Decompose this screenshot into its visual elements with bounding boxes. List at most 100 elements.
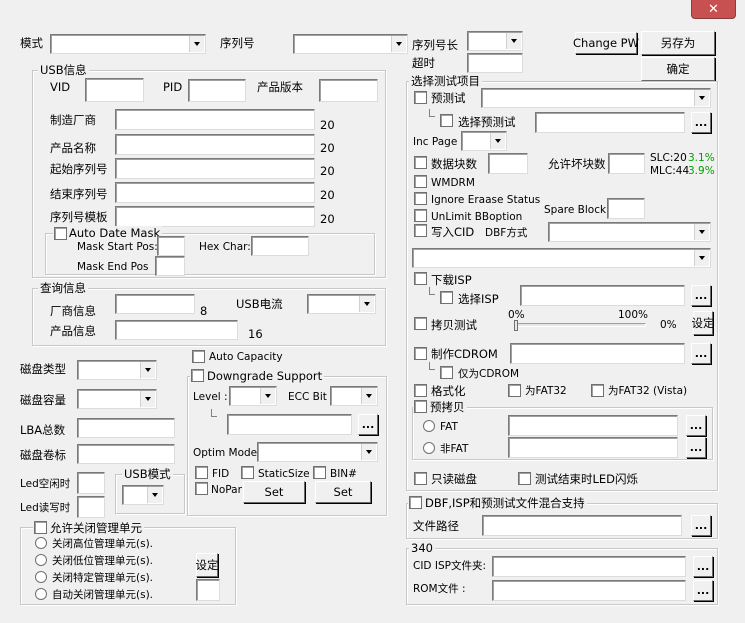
select-pretest-checkbox[interactable] — [440, 114, 453, 127]
serial-template-input[interactable] — [115, 206, 315, 227]
product-version-input[interactable] — [319, 79, 378, 102]
product-info-input[interactable] — [115, 320, 238, 340]
ecc-bit-select[interactable] — [330, 386, 378, 406]
fat-radio[interactable] — [423, 420, 435, 432]
downgrade-checkbox[interactable] — [191, 369, 204, 382]
start-serial-input[interactable] — [115, 158, 315, 179]
rom-file-input[interactable] — [492, 580, 686, 601]
allow-bad-blocks-input[interactable] — [608, 153, 645, 174]
auto-capacity-checkbox[interactable] — [192, 350, 205, 363]
manufacturer-input[interactable] — [115, 109, 315, 130]
static-size-set-button[interactable]: Set — [243, 481, 305, 503]
hex-char-input[interactable] — [251, 236, 309, 256]
ok-button[interactable]: 确定 — [641, 57, 715, 81]
mgmt-value-input[interactable] — [196, 579, 220, 601]
fat32-vista-checkbox[interactable] — [591, 384, 604, 397]
make-cdrom-checkbox[interactable] — [414, 347, 427, 360]
pretest-checkbox[interactable] — [414, 91, 427, 104]
close-specific-radio[interactable] — [35, 571, 47, 583]
dbf-mode-select[interactable] — [548, 222, 711, 242]
disk-label-input[interactable] — [77, 444, 175, 464]
format-checkbox[interactable] — [414, 384, 427, 397]
fat-browse-button[interactable]: ... — [686, 415, 706, 436]
static-size-checkbox[interactable] — [241, 466, 254, 479]
data-blocks-checkbox[interactable] — [414, 156, 427, 169]
pid-input[interactable] — [188, 79, 246, 102]
level-label: Level : — [193, 391, 228, 403]
wmdrm-checkbox[interactable] — [414, 175, 427, 188]
mgmt-set-button[interactable]: 设定 — [196, 553, 219, 577]
change-pw-button[interactable]: Change PW — [573, 32, 639, 54]
lba-total-input[interactable] — [77, 418, 175, 438]
copy-test-set-button[interactable]: 设定 — [692, 311, 715, 335]
nonfat-browse-button[interactable]: ... — [686, 437, 706, 458]
cdrom-browse-button[interactable]: ... — [691, 343, 711, 364]
cdrom-file-input[interactable] — [510, 343, 685, 364]
product-name-input[interactable] — [115, 134, 315, 155]
nopar-checkbox[interactable] — [195, 482, 208, 495]
vid-input[interactable] — [85, 78, 144, 102]
mask-end-input[interactable] — [155, 256, 185, 276]
optim-mode-select[interactable] — [257, 442, 378, 462]
dropdown-arrow-icon — [391, 36, 406, 52]
write-cid-checkbox[interactable] — [414, 224, 427, 237]
spare-block-input[interactable] — [607, 198, 645, 219]
serial-select[interactable] — [293, 34, 408, 54]
select-isp-checkbox[interactable] — [440, 291, 453, 304]
serial-template-maxlen: 20 — [320, 212, 335, 226]
inc-page-select[interactable] — [461, 131, 507, 151]
usb-current-select[interactable] — [307, 294, 376, 314]
download-isp-checkbox[interactable] — [414, 272, 427, 285]
led-idle-input[interactable] — [77, 472, 105, 494]
dbf-file-select[interactable] — [412, 248, 711, 268]
only-cdrom-checkbox[interactable] — [440, 366, 453, 379]
file-path-browse-button[interactable]: ... — [691, 515, 711, 536]
copy-test-checkbox[interactable] — [414, 317, 427, 330]
rom-file-browse-button[interactable]: ... — [693, 580, 713, 601]
select-pretest-input[interactable] — [535, 112, 685, 133]
copy-progress-thumb[interactable] — [514, 320, 518, 331]
downgrade-file-input[interactable] — [227, 414, 352, 435]
nopar-label: NoPar — [211, 484, 242, 496]
file-path-input[interactable] — [482, 515, 682, 536]
data-blocks-input[interactable] — [488, 153, 528, 174]
nonfat-radio[interactable] — [423, 442, 435, 454]
fat32-checkbox[interactable] — [508, 384, 521, 397]
nonfat-file-input[interactable] — [508, 437, 678, 458]
save-as-button[interactable]: 另存为 — [641, 31, 715, 55]
mask-start-input[interactable] — [157, 236, 185, 256]
end-serial-input[interactable] — [115, 182, 315, 203]
fat-file-input[interactable] — [508, 415, 678, 436]
select-isp-input[interactable] — [520, 285, 685, 306]
disk-capacity-select[interactable] — [77, 389, 157, 409]
allow-close-mgmt-checkbox[interactable] — [34, 521, 47, 534]
pretest-select[interactable] — [481, 88, 711, 108]
unlimit-bb-checkbox[interactable] — [414, 209, 427, 222]
led-flash-checkbox[interactable] — [518, 472, 531, 485]
vendor-info-input[interactable] — [115, 294, 195, 314]
ignore-erase-checkbox[interactable] — [414, 192, 427, 205]
bin-set-button[interactable]: Set — [315, 481, 371, 503]
auto-date-mask-checkbox[interactable] — [54, 227, 67, 240]
close-high-radio[interactable] — [35, 537, 47, 549]
disk-type-select[interactable] — [77, 360, 157, 380]
fid-checkbox[interactable] — [195, 466, 208, 479]
cid-isp-folder-input[interactable] — [492, 556, 686, 577]
serial-length-select[interactable] — [467, 31, 523, 51]
select-pretest-browse-button[interactable]: ... — [691, 112, 711, 133]
dbf-mix-checkbox[interactable] — [409, 496, 422, 509]
timeout-input[interactable] — [467, 53, 523, 73]
level-select[interactable] — [229, 386, 277, 406]
close-low-radio[interactable] — [35, 554, 47, 566]
auto-close-radio[interactable] — [35, 588, 47, 600]
precopy-checkbox[interactable] — [414, 400, 427, 413]
readonly-checkbox[interactable] — [414, 472, 427, 485]
cid-isp-browse-button[interactable]: ... — [693, 556, 713, 577]
usb-mode-select[interactable] — [122, 485, 164, 505]
mode-select[interactable] — [50, 34, 206, 54]
select-isp-browse-button[interactable]: ... — [691, 285, 711, 306]
downgrade-browse-button[interactable]: ... — [358, 414, 378, 435]
close-icon[interactable]: ✕ — [691, 0, 736, 19]
bin-checkbox[interactable] — [313, 466, 326, 479]
led-rw-input[interactable] — [77, 496, 105, 518]
